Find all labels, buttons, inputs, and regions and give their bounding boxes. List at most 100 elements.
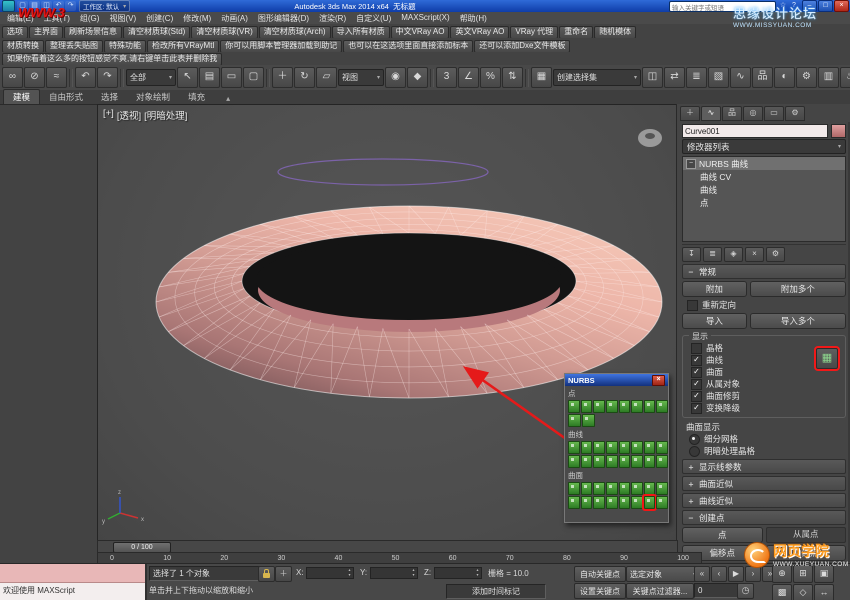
menu-item[interactable]: 视图(V) (104, 13, 141, 24)
nurbs-tool-icon[interactable] (568, 455, 580, 468)
nurbs-tool-icon[interactable] (656, 441, 668, 454)
surface-display-radio[interactable]: 细分网格 (689, 433, 850, 445)
nurbs-tool-icon[interactable] (593, 482, 605, 495)
viewport-menu-plus[interactable]: [+] (103, 108, 114, 122)
named-selection-sets-icon[interactable]: ▦ (531, 67, 552, 88)
percent-snap-icon[interactable]: % (480, 67, 501, 88)
tab-motion[interactable]: ◎ (743, 106, 763, 121)
spinner-snap-icon[interactable]: ⇅ (502, 67, 523, 88)
attach-multiple-button[interactable]: 附加多个 (750, 281, 846, 297)
render-icon[interactable]: ♨ (840, 67, 850, 88)
align-icon[interactable]: ⇄ (664, 67, 685, 88)
selection-region-icon[interactable]: ▭ (221, 67, 242, 88)
nurbs-tool-icon[interactable] (631, 455, 643, 468)
menu-item[interactable]: 帮助(H) (455, 13, 492, 24)
nurbs-tool-icon[interactable] (593, 400, 605, 413)
macro-button[interactable]: 主界面 (29, 26, 63, 39)
select-object-icon[interactable]: ↖ (177, 67, 198, 88)
spinner-icon[interactable]: ▴▾ (346, 567, 353, 577)
nurbs-tool-icon[interactable] (656, 482, 668, 495)
absolute-mode-toggle[interactable]: ＋ (275, 566, 292, 582)
menu-item[interactable]: 图形编辑器(D) (253, 13, 314, 24)
menu-item[interactable]: 组(G) (75, 13, 105, 24)
tab-utilities[interactable]: ⚙ (785, 106, 805, 121)
select-scale-icon[interactable]: ▱ (316, 67, 337, 88)
nurbs-tool-icon[interactable] (619, 496, 631, 509)
tab-display[interactable]: ▭ (764, 106, 784, 121)
macro-button[interactable]: 你可以用脚本管理器加载到助记 (220, 40, 342, 53)
pin-stack-icon[interactable]: ↧ (682, 247, 701, 262)
close-button[interactable]: × (834, 0, 849, 12)
reorient-checkbox[interactable]: 重新定向 (687, 299, 850, 311)
configure-modifier-sets-icon[interactable]: ⚙ (766, 247, 785, 262)
nurbs-tool-icon[interactable] (631, 496, 643, 509)
menu-item[interactable]: 动画(A) (216, 13, 253, 24)
x-coordinate-field[interactable]: ▴▾ (306, 567, 354, 579)
schematic-view-icon[interactable]: 品 (752, 67, 773, 88)
menu-item[interactable]: 渲染(R) (314, 13, 351, 24)
menu-item[interactable]: 修改(M) (178, 13, 216, 24)
nurbs-tool-icon[interactable] (631, 482, 643, 495)
nurbs-tool-icon[interactable] (581, 400, 593, 413)
nurbs-tool-icon[interactable] (606, 455, 618, 468)
close-icon[interactable]: × (652, 375, 665, 386)
macro-button[interactable]: 检改所有VRayMtl (147, 40, 219, 53)
macro-button[interactable]: 材质转换 (2, 40, 44, 53)
object-name-field[interactable] (682, 124, 828, 138)
auto-key-button[interactable]: 自动关键点 (574, 566, 626, 582)
nurbs-tool-icon[interactable] (644, 496, 656, 509)
ribbon-tab[interactable]: 建模 (3, 89, 40, 104)
select-by-name-icon[interactable]: ▤ (199, 67, 220, 88)
nurbs-tool-icon[interactable] (593, 455, 605, 468)
reference-coordinate-dropdown[interactable]: 视图▾ (338, 69, 384, 86)
select-manipulate-icon[interactable]: ◆ (407, 67, 428, 88)
nurbs-tool-icon[interactable] (619, 441, 631, 454)
redo-icon[interactable]: ↷ (97, 67, 118, 88)
macro-button[interactable]: 英文VRay AO (450, 26, 509, 39)
ribbon-tab[interactable]: 对象绘制 (127, 90, 179, 104)
macro-button[interactable]: 清空材质球(VR) (191, 26, 257, 39)
layer-manager-icon[interactable]: ≣ (686, 67, 707, 88)
ribbon-tab[interactable]: 填充 (179, 90, 214, 104)
nurbs-tool-icon[interactable] (581, 455, 593, 468)
prev-frame-button[interactable]: ‹ (711, 566, 727, 582)
viewport-menu-shading[interactable]: [明暗处理] (144, 108, 187, 122)
nurbs-tool-icon[interactable] (656, 496, 668, 509)
maxscript-mini-listener[interactable]: 欢迎使用 MAXScript (0, 564, 147, 600)
object-color-swatch[interactable] (831, 124, 846, 138)
nurbs-tool-icon[interactable] (619, 455, 631, 468)
macro-button[interactable]: 刷新场景信息 (64, 26, 122, 39)
rollout-header[interactable]: +曲线近似 (682, 493, 846, 508)
menu-item[interactable]: 自定义(U) (351, 13, 396, 24)
macro-button[interactable]: 选项 (2, 26, 28, 39)
use-pivot-center-icon[interactable]: ◉ (385, 67, 406, 88)
nurbs-tool-icon[interactable] (619, 400, 631, 413)
nurbs-tool-icon[interactable] (568, 414, 581, 427)
window-crossing-icon[interactable]: ▢ (243, 67, 264, 88)
key-filters-button[interactable]: 关键点过滤器... (626, 583, 694, 599)
nurbs-tool-icon[interactable] (644, 482, 656, 495)
attach-button[interactable]: 附加 (682, 281, 747, 297)
zoom-extents-all-icon[interactable]: ▩ (772, 584, 792, 600)
macro-recorder-line[interactable] (0, 564, 145, 583)
collapse-icon[interactable]: − (686, 159, 696, 169)
nurbs-tool-icon[interactable] (606, 496, 618, 509)
render-setup-icon[interactable]: ⚙ (796, 67, 817, 88)
select-rotate-icon[interactable]: ↻ (294, 67, 315, 88)
snap-toggle-icon[interactable]: 3 (436, 67, 457, 88)
nurbs-tool-icon[interactable] (581, 482, 593, 495)
ribbon-toggle-icon[interactable]: ▧ (708, 67, 729, 88)
nurbs-creation-toolbox-button[interactable]: ▦ (816, 348, 838, 369)
modifier-stack-item[interactable]: 曲线 CV (683, 170, 845, 183)
macro-button[interactable]: 整理丢失贴图 (45, 40, 103, 53)
macro-button[interactable]: 也可以在这选项里面直接添加标本 (343, 40, 473, 53)
nurbs-toolbox-titlebar[interactable]: NURBS × (565, 374, 668, 386)
macro-button[interactable]: 随机模体 (594, 26, 636, 39)
modifier-list-dropdown[interactable]: 修改器列表 ▾ (682, 139, 846, 154)
tab-create[interactable]: ＋ (680, 106, 700, 121)
tab-modify[interactable]: ∿ (701, 106, 721, 121)
workspace-dropdown[interactable]: 工作区: 默认 ▾ (79, 0, 130, 12)
import-multiple-button[interactable]: 导入多个 (750, 313, 846, 329)
ribbon-minimize-icon[interactable]: ▴ (222, 93, 234, 104)
ribbon-tab[interactable]: 选择 (92, 90, 127, 104)
